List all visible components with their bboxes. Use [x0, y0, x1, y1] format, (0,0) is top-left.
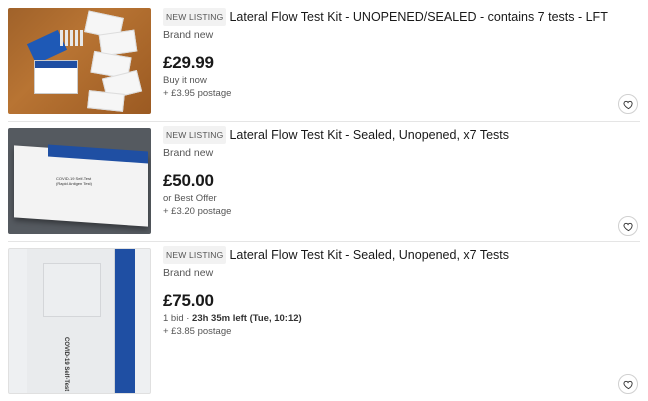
listing-title[interactable]: NEW LISTING Lateral Flow Test Kit - Seale… — [163, 126, 632, 144]
listing-title[interactable]: NEW LISTING Lateral Flow Test Kit - Seale… — [163, 246, 632, 264]
listing-item[interactable]: NEW LISTING Lateral Flow Test Kit - UNOPE… — [0, 0, 648, 122]
listing-item[interactable]: COVID-19 Self-Test NEW LISTING Lateral Fl… — [0, 242, 648, 401]
watch-button[interactable] — [618, 94, 638, 114]
listing-image[interactable] — [8, 8, 151, 114]
postage-cost: + £3.95 postage — [163, 88, 232, 99]
bid-count: 1 bid · — [163, 313, 193, 324]
listing-price: £75.00 — [163, 291, 214, 310]
new-listing-badge: NEW LISTING — [163, 8, 227, 26]
listing-price: £50.00 — [163, 171, 214, 190]
listing-condition: Brand new — [163, 29, 214, 41]
listing-title[interactable]: NEW LISTING Lateral Flow Test Kit - UNOPE… — [163, 8, 632, 26]
watch-button[interactable] — [618, 216, 638, 236]
listing-title-text[interactable]: Lateral Flow Test Kit - Sealed, Unopened… — [229, 128, 509, 142]
listing-condition: Brand new — [163, 267, 214, 279]
listing-condition: Brand new — [163, 147, 214, 159]
heart-icon — [623, 222, 633, 231]
box-text-vertical: COVID-19 Self-Test — [63, 337, 69, 392]
listing-image[interactable]: COVID-19 Self-Test (Rapid Antigen Test) — [8, 128, 151, 234]
heart-icon — [623, 380, 633, 389]
postage-cost: + £3.20 postage — [163, 206, 232, 217]
listing-item[interactable]: COVID-19 Self-Test (Rapid Antigen Test) N… — [0, 122, 648, 242]
purchase-type: Buy it now — [163, 75, 207, 86]
new-listing-badge: NEW LISTING — [163, 126, 227, 144]
listing-title-text[interactable]: Lateral Flow Test Kit - UNOPENED/SEALED … — [229, 10, 607, 24]
auction-info: 1 bid · 23h 35m left (Tue, 10:12) — [163, 313, 632, 324]
heart-icon — [623, 100, 633, 109]
listing-price: £29.99 — [163, 53, 214, 72]
time-left: 23h 35m left (Tue, 10:12) — [192, 313, 302, 324]
listing-image[interactable]: COVID-19 Self-Test — [8, 248, 151, 394]
watch-button[interactable] — [618, 374, 638, 394]
purchase-type: or Best Offer — [163, 193, 217, 204]
listing-title-text[interactable]: Lateral Flow Test Kit - Sealed, Unopened… — [229, 248, 509, 262]
new-listing-badge: NEW LISTING — [163, 246, 227, 264]
postage-cost: + £3.85 postage — [163, 326, 232, 337]
box-text-line2: (Rapid Antigen Test) — [56, 181, 92, 186]
